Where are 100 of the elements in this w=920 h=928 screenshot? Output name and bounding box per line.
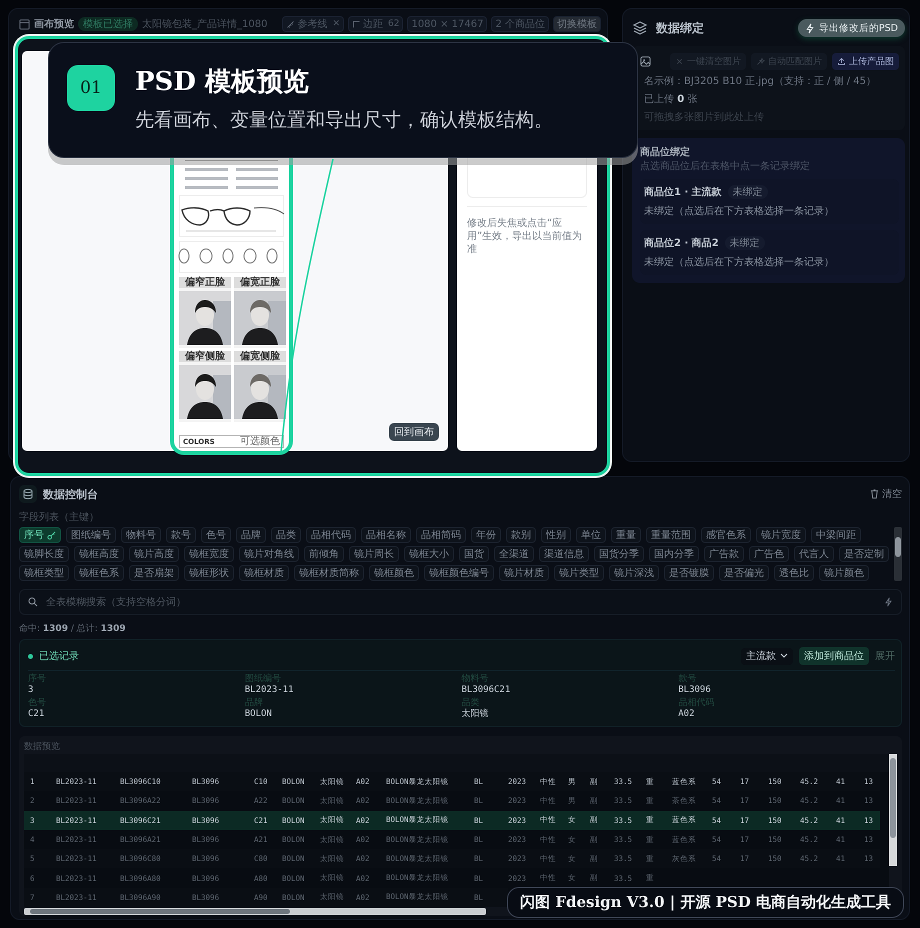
field-chip[interactable]: 品类 [271,527,301,543]
lightning-icon [884,597,893,607]
field-chip[interactable]: 镜片材质 [499,565,549,581]
field-value: C21 [28,708,46,720]
field-chip[interactable]: 国内分季 [649,546,699,562]
field-chip[interactable]: 品相代码 [306,527,356,543]
frame-icon [19,18,30,30]
expand-link[interactable]: 展开 [875,649,895,663]
field-chip[interactable]: 重量 [611,527,641,543]
callout-title: PSD 模板预览 [135,66,310,99]
field-chip[interactable]: 款号 [166,527,196,543]
field-chip[interactable]: 镜片类型 [554,565,604,581]
field-chip[interactable]: 图纸编号 [66,527,116,543]
field-value: 太阳镜 [462,708,490,720]
add-to-slot-button[interactable]: 添加到商品位 [799,647,869,665]
field-chip[interactable]: 镜片高度 [129,546,179,562]
section-title: 商品位绑定 [640,145,691,159]
field-chip[interactable]: 单位 [576,527,606,543]
margin-icon [352,20,361,28]
field-chip[interactable]: 镜框色系 [74,565,124,581]
switch-template-button[interactable]: 切换模板 [553,16,601,32]
slot-name: 商品位1 · 主流款 [644,185,722,199]
fields-label: 字段列表（主键） [19,510,100,524]
field-chip[interactable]: 镜片宽度 [756,527,806,543]
close-icon [675,56,684,66]
hint-text: 修改后失焦或点击“应用”生效，导出以当前值为准 [467,217,584,256]
field-chip[interactable]: 序号 [19,527,61,543]
card-title: 数据预览 [24,740,61,754]
field-chip[interactable]: 中梁间距 [811,527,861,543]
field-chip[interactable]: 镜框材质简称 [294,565,364,581]
naming-hint: 名示例：BJ3205 B10 正.jpg（支持：正 / 侧 / 45） [643,74,878,88]
field-chip[interactable]: 国货分季 [594,546,644,562]
field-value: BL3096C21 [462,684,512,696]
field-chip[interactable]: 广告色 [749,546,789,562]
field-chip[interactable]: 镜框颜色编号 [424,565,494,581]
field-chip[interactable]: 是否扇架 [129,565,179,581]
panel-title: 画布预览 [34,18,74,31]
field-chip[interactable]: 色号 [201,527,231,543]
field-chip[interactable]: 镜框宽度 [184,546,234,562]
field-chip[interactable]: 镜片深浅 [609,565,659,581]
status-badge: 未绑定 [724,236,765,250]
field-chip[interactable]: 款别 [506,527,536,543]
field-chip[interactable]: 镜片周长 [349,546,399,562]
field-chip[interactable]: 镜片颜色 [819,565,869,581]
field-chip[interactable]: 全渠道 [494,546,534,562]
clear-button[interactable]: 清空 [870,487,902,501]
chevron-down-icon [780,653,788,659]
search-field[interactable]: 全表模糊搜索（支持空格分词） [19,589,902,615]
field-chip[interactable]: 品牌 [236,527,266,543]
upload-count: 已上传 0 张 [643,92,698,106]
slot-detail: 未绑定（点选后在下方表格选择一条记录） [644,256,835,269]
field-chip[interactable]: 感官色系 [701,527,751,543]
field-chip[interactable]: 镜框高度 [74,546,124,562]
field-chip[interactable]: 镜框类型 [19,565,69,581]
field-chip[interactable]: 镜片对角线 [239,546,299,562]
field-chip[interactable]: 镜脚长度 [19,546,69,562]
field-chip[interactable]: 透色比 [774,565,814,581]
field-chip[interactable]: 广告款 [704,546,744,562]
slot-item[interactable]: 商品位1 · 主流款 未绑定 未绑定（点选后在下方表格选择一条记录） [640,179,899,224]
step-badge: 01 [67,65,115,111]
colors-note: 可选颜色 [240,436,280,446]
template-name: 太阳镜包装_产品详情_1080 [142,18,268,31]
slot-name: 商品位2 · 商品2 [644,236,719,250]
search-icon [28,597,38,607]
field-chip[interactable]: 年份 [471,527,501,543]
field-chip[interactable]: 前倾角 [304,546,344,562]
field-chip[interactable]: 国货 [459,546,489,562]
field-chip[interactable]: 镜框材质 [239,565,289,581]
field-chip[interactable]: 是否偏光 [719,565,769,581]
slot-item[interactable]: 商品位2 · 商品2 未绑定 未绑定（点选后在下方表格选择一条记录） [640,230,899,275]
back-to-canvas-button[interactable]: 回到画布 [389,423,439,441]
slot-detail: 未绑定（点选后在下方表格选择一条记录） [644,204,835,218]
lightning-icon [804,22,815,34]
trash-icon [870,489,879,499]
export-psd-button[interactable]: 导出修改后的PSD [798,19,905,37]
field-chip[interactable]: 代言人 [794,546,834,562]
field-chip[interactable]: 是否镀膜 [664,565,714,581]
callout-text: 先看画布、变量位置和导出尺寸，确认模板结构。 [135,108,553,133]
field-chip[interactable]: 镜框大小 [404,546,454,562]
card-title: 已选记录 [39,650,79,663]
photo-label: 偏窄正脸 [179,277,231,288]
field-value: 3 [28,684,34,696]
ruler-icon [286,20,296,28]
field-chip[interactable]: 镜框颜色 [369,565,419,581]
field-chip[interactable]: 性别 [541,527,571,543]
field-value: A02 [678,708,696,720]
section-subtitle: 点选商品位后在表格中点一条记录绑定 [640,160,811,173]
upload-icon [837,56,846,66]
field-chip[interactable]: 渠道信息 [539,546,589,562]
caption-banner: 闪图 Fdesign V3.0 | 开源 PSD 电商自动化生成工具 [507,887,904,918]
field-chip[interactable]: 物料号 [121,527,161,543]
photo-label: 偏宽正脸 [234,277,286,288]
field-chip[interactable]: 重量范围 [646,527,696,543]
field-chip[interactable]: 是否定制 [839,546,889,562]
upload-toolbar-button[interactable]: 上传产品图 [832,52,899,70]
field-chip[interactable]: 品相简码 [416,527,466,543]
slot-dropdown[interactable]: 主流款 [741,648,793,664]
field-value: BL2023-11 [244,684,295,696]
field-chip[interactable]: 品相名称 [361,527,411,543]
field-chip[interactable]: 镜框形状 [184,565,234,581]
